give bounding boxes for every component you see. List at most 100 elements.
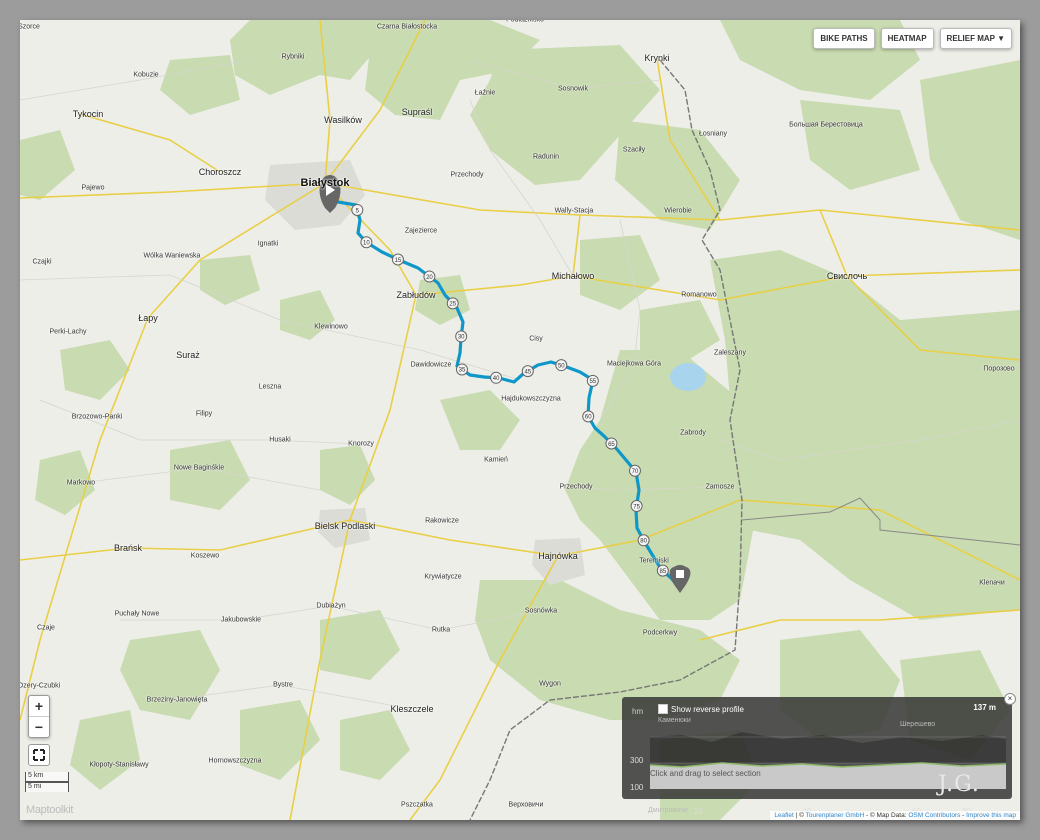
place-label: Krynki: [644, 53, 670, 63]
place-label: Порозово: [983, 365, 1015, 373]
km-marker: 10: [360, 236, 373, 249]
place-label: Sosnowik: [558, 85, 588, 93]
jg-watermark: J.G.: [938, 772, 980, 797]
reverse-profile-checkbox[interactable]: [658, 704, 668, 714]
place-label: Choroszcz: [198, 167, 242, 177]
place-label: Husaki: [269, 436, 291, 444]
place-label: Podcerkwy: [642, 629, 678, 637]
place-label: Maciejkowa Góra: [606, 360, 662, 368]
zoom-control: + −: [28, 695, 50, 738]
place-label: Bystre: [273, 681, 293, 689]
zoom-out-button[interactable]: −: [29, 716, 49, 737]
place-label: Dubiażyn: [316, 602, 346, 610]
km-marker: 85: [656, 564, 669, 577]
place-label: Białystok: [300, 177, 350, 189]
place-label: Knorozy: [348, 440, 374, 448]
place-label: Szaciły: [622, 146, 646, 154]
place-label: Wólka Waniewska: [143, 252, 201, 260]
place-label: Leszna: [258, 383, 282, 391]
attribution-separator: - © Map Data:: [864, 812, 909, 819]
bike-paths-button[interactable]: BIKE PATHS: [813, 28, 875, 49]
km-marker: 70: [628, 464, 641, 477]
place-label: Michałowo: [551, 271, 595, 281]
place-label: Zajezierce: [404, 227, 438, 235]
place-label: Puchały Nowe: [114, 610, 160, 618]
svg-text:85: 85: [659, 569, 666, 575]
svg-text:25: 25: [449, 302, 456, 308]
km-marker: 15: [391, 253, 404, 266]
place-label: Teremiski: [639, 557, 669, 565]
place-label: Bielsk Podlaski: [314, 521, 376, 531]
place-label: Brańsk: [113, 543, 143, 553]
svg-text:65: 65: [608, 442, 615, 448]
svg-text:80: 80: [640, 539, 647, 545]
place-label: Wygon: [539, 680, 561, 688]
relief-map-dropdown[interactable]: RELIEF MAP ▼: [939, 28, 1012, 49]
select-section-hint: Click and drag to select section: [650, 769, 761, 778]
tourenplaner-link[interactable]: Tourenplaner GmbH: [806, 812, 865, 819]
place-label: Brzeziny-Janowięta: [146, 696, 208, 704]
svg-text:45: 45: [524, 369, 531, 375]
place-label: Radunin: [532, 153, 560, 161]
place-label: Hornowszczyzna: [208, 757, 262, 765]
close-profile-button[interactable]: ×: [1004, 693, 1016, 705]
km-marker: 30: [455, 330, 468, 343]
place-label: Tykocin: [72, 109, 104, 119]
km-marker: 80: [637, 534, 650, 547]
maptoolkit-logo: Maptoolkit: [26, 804, 74, 816]
place-label: Romanowo: [681, 291, 717, 299]
place-label: Nowe Baginśkie: [173, 464, 225, 472]
fullscreen-icon: [33, 749, 45, 761]
km-marker: 60: [582, 410, 595, 423]
map-frame[interactable]: 5 10 15 20 25 30 35 40 45 50 55 60 65 70 75 80 85 Szorce…: [20, 20, 1020, 820]
place-label: Свислочь: [826, 271, 868, 281]
zoom-in-button[interactable]: +: [29, 696, 49, 716]
km-marker: 75: [630, 499, 643, 512]
svg-text:75: 75: [633, 504, 640, 510]
profile-place-bottom: Дмитровичи: [648, 807, 688, 814]
km-marker: 45: [521, 365, 534, 378]
osm-link[interactable]: OSM Contributors: [908, 812, 960, 819]
place-label: Łaźnie: [474, 89, 496, 97]
x-tick-20: 20: [694, 807, 703, 816]
svg-text:55: 55: [589, 379, 596, 385]
leaflet-link[interactable]: Leaflet: [774, 812, 794, 819]
reverse-profile-label: Show reverse profile: [671, 704, 744, 714]
svg-text:15: 15: [395, 258, 402, 264]
fullscreen-button[interactable]: [28, 744, 50, 766]
lake: [670, 363, 706, 391]
place-label: Cisy: [529, 335, 543, 343]
place-label: Łapy: [138, 313, 158, 323]
place-label: Supraśl: [401, 107, 433, 117]
km-marker: 20: [423, 270, 436, 283]
svg-text:50: 50: [558, 363, 565, 369]
place-label: Sosnówka: [524, 607, 558, 615]
reverse-profile-toggle[interactable]: Show reverse profile: [658, 704, 744, 714]
place-label: Верховичи: [508, 801, 544, 809]
place-label: Ignatki: [257, 240, 279, 248]
place-label: Kobuzie: [133, 71, 159, 79]
place-label: Zamosze: [705, 483, 735, 491]
scale-km: 5 km: [25, 772, 69, 782]
profile-place-right: Шерешево: [900, 721, 936, 728]
place-label: Kłopoty-Stanisławy: [89, 761, 149, 769]
map-toolbar: BIKE PATHS HEATMAP RELIEF MAP ▼: [813, 28, 1012, 49]
km-marker: 65: [605, 437, 618, 450]
improve-map-link[interactable]: Improve this map: [966, 812, 1016, 819]
place-label: Pszczatka: [401, 801, 433, 809]
y-tick-100: 100: [630, 783, 644, 792]
place-label: Kamień: [484, 456, 508, 464]
place-label: Zabrody: [680, 429, 706, 437]
place-label: Markowo: [66, 479, 96, 487]
place-label: Rybniki: [281, 53, 305, 61]
heatmap-button[interactable]: HEATMAP: [880, 28, 934, 49]
place-label: Zabłudów: [396, 290, 436, 300]
place-label: Hajdukowszczyzna: [501, 395, 561, 403]
km-marker: 50: [555, 359, 568, 372]
svg-text:10: 10: [363, 241, 370, 247]
svg-text:60: 60: [585, 415, 592, 421]
km-marker: 25: [446, 297, 459, 310]
place-label: Jakubowskie: [220, 616, 262, 624]
place-label: Wierobie: [664, 207, 692, 215]
place-label: Klewinowo: [314, 323, 348, 331]
